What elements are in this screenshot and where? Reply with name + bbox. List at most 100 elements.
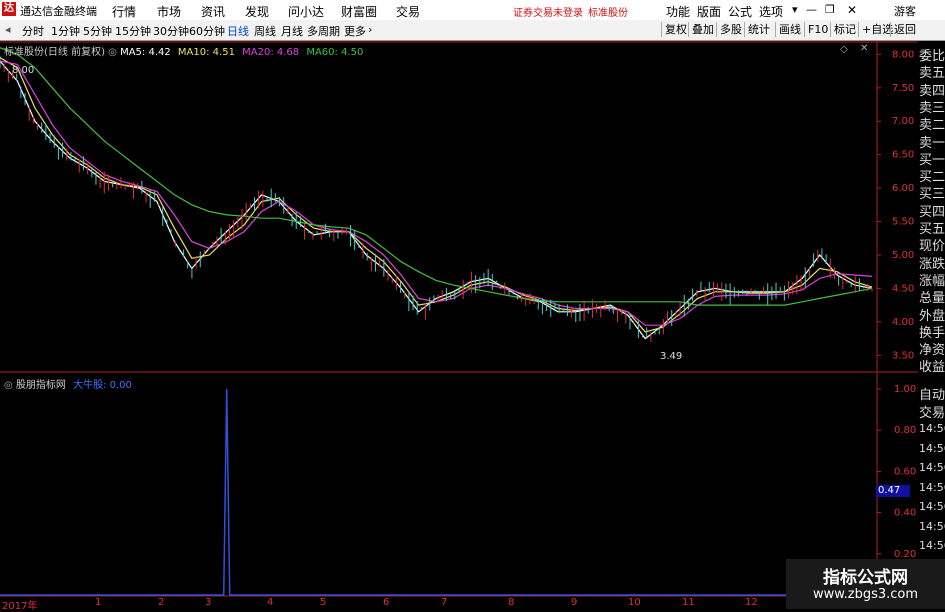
biaoji-button[interactable]: 标记 xyxy=(830,22,859,37)
date-tick-label: 6 xyxy=(383,597,390,608)
date-tick-label: 10 xyxy=(628,597,641,608)
ma60-label: MA60: 4.50 xyxy=(306,47,364,58)
toolbar-scroll-icon[interactable]: ◂ xyxy=(5,23,11,36)
date-tick-label: 12 xyxy=(745,597,758,608)
y-tick-label: 4.00 xyxy=(892,317,914,328)
menu-item-faxian[interactable]: 发现 xyxy=(245,3,269,20)
menu-item-wenxiaoda[interactable]: 问小达 xyxy=(288,3,324,20)
date-tick-label: 1 xyxy=(95,597,102,608)
tab-more[interactable]: 更多 xyxy=(344,23,366,39)
tongji-button[interactable]: 统计 xyxy=(744,22,773,37)
minimize-icon[interactable]: — xyxy=(806,3,817,16)
y-tick-label: 5.50 xyxy=(892,217,914,228)
quote-label: 涨跌 xyxy=(919,256,945,272)
quote-label: 卖四 xyxy=(919,83,945,99)
ma20-label: MA20: 4.68 xyxy=(242,47,300,58)
period-toolbar: ◂ 分时 1分钟 5分钟 15分钟 30分钟 60分钟 日线 周线 月线 多周期… xyxy=(0,20,945,41)
quote-label: 卖二 xyxy=(919,118,945,134)
back-button[interactable]: 返回 xyxy=(890,22,919,37)
menu-item-gongneng[interactable]: 功能 xyxy=(666,3,690,20)
tick-time: 14:56 xyxy=(919,441,945,455)
ma5-label: MA5: 4.42 xyxy=(120,47,171,58)
dropdown-icon[interactable]: ▾ xyxy=(792,3,798,16)
quote-label: 现价 xyxy=(919,239,945,255)
diamond-icon[interactable]: ◇ xyxy=(840,44,848,55)
tab-weekly[interactable]: 周线 xyxy=(254,23,276,39)
sub-y-tick-label: 1.00 xyxy=(894,384,916,395)
close-icon[interactable]: ✕ xyxy=(847,3,857,17)
quote-label: 买三 xyxy=(919,187,945,203)
menu-item-xuanxiang[interactable]: 选项 xyxy=(759,3,783,20)
quote-label: 卖一 xyxy=(919,135,945,151)
quote-label: 买五 xyxy=(919,222,945,237)
main-y-ticks: 8.00 7.50 7.00 6.50 6.00 5.50 5.00 4.50 4.00 3.50 xyxy=(877,49,914,361)
watermark-url: www.zbgs3.com xyxy=(812,587,919,602)
tab-fenshi[interactable]: 分时 xyxy=(22,23,44,39)
menu-item-shichang[interactable]: 市场 xyxy=(157,3,181,20)
trade-label[interactable]: 自动 xyxy=(919,384,945,403)
menu-bar: 达 通达信金融终端 行情 市场 资讯 发现 问小达 财富圈 交易 证券交易未登录… xyxy=(0,0,945,20)
current-stock-name: 标准股份 xyxy=(588,8,628,19)
menu-item-caifuquan[interactable]: 财富圈 xyxy=(341,3,377,20)
more-chevron-icon[interactable]: › xyxy=(368,23,372,36)
tab-1min[interactable]: 1分钟 xyxy=(51,23,80,39)
quote-label: 委比 xyxy=(919,49,945,64)
current-value-badge: 0.47 xyxy=(876,485,910,497)
f10-button[interactable]: F10 xyxy=(804,22,831,37)
tab-30min[interactable]: 30分钟 xyxy=(153,23,189,39)
indicator-lines xyxy=(0,388,872,596)
menu-item-zixun[interactable]: 资讯 xyxy=(201,3,225,20)
quote-label: 总量 xyxy=(919,291,945,307)
date-tick-label: 5 xyxy=(320,597,327,608)
tab-daily[interactable]: 日线 xyxy=(227,23,249,39)
panel-close-icon[interactable]: ✕ xyxy=(860,43,868,54)
watermark: 指标公式网 www.zbgs3.com xyxy=(786,559,945,609)
y-tick-label: 8.00 xyxy=(892,49,914,60)
quote-label: 买二 xyxy=(919,170,945,186)
guest-label[interactable]: 游客 xyxy=(894,3,916,19)
sub-settings-icon[interactable]: ◎ xyxy=(4,380,16,391)
main-legend: 标准股份(日线 前复权) ◎ MA5: 4.42 MA10: 4.51 MA20… xyxy=(4,43,363,58)
tab-multi-period[interactable]: 多周期 xyxy=(307,23,340,39)
tab-15min[interactable]: 15分钟 xyxy=(115,23,151,39)
ma10-label: MA10: 4.51 xyxy=(177,47,235,58)
tab-5min[interactable]: 5分钟 xyxy=(83,23,112,39)
sub-chart-title: 股朋指标网 xyxy=(15,380,66,391)
y-tick-label: 6.00 xyxy=(892,183,914,194)
menu-item-banmian[interactable]: 版面 xyxy=(697,3,721,20)
huaxian-button[interactable]: 画线 xyxy=(775,22,804,37)
date-tick-label: 7 xyxy=(441,597,448,608)
y-tick-label: 7.50 xyxy=(892,83,914,94)
trade-label[interactable]: 交易 xyxy=(919,402,945,421)
sub-y-tick-label: 0.40 xyxy=(894,508,916,519)
menu-item-hangqing[interactable]: 行情 xyxy=(112,3,136,20)
series-ma5 xyxy=(0,60,873,340)
y-tick-label: 6.50 xyxy=(892,150,914,161)
sub-y-ticks: 1.000.800.600.400.20 xyxy=(877,384,916,560)
diejia-button[interactable]: 叠加 xyxy=(688,22,717,37)
duogu-button[interactable]: 多股 xyxy=(716,22,745,37)
y-tick-label: 4.50 xyxy=(892,283,914,294)
fuquan-button[interactable]: 复权 xyxy=(661,22,690,37)
sub-y-tick-label: 0.80 xyxy=(894,425,916,436)
watermark-title: 指标公式网 xyxy=(823,568,908,588)
trade-login-warning[interactable]: 证券交易未登录 xyxy=(513,4,583,19)
y-tick-label: 5.00 xyxy=(892,250,914,261)
settings-circle-icon[interactable]: ◎ xyxy=(108,47,120,58)
ma-lines xyxy=(0,47,873,340)
main-chart-title: 标准股份(日线 前复权) xyxy=(4,47,105,58)
tab-monthly[interactable]: 月线 xyxy=(281,23,303,39)
menu-item-jiaoyi[interactable]: 交易 xyxy=(396,3,420,20)
tick-time: 14:56 xyxy=(919,480,945,494)
tab-60min[interactable]: 60分钟 xyxy=(189,23,225,39)
series-ma20 xyxy=(0,60,873,326)
sub-y-tick-label: 0.60 xyxy=(894,466,916,477)
quote-label: 卖三 xyxy=(919,100,945,116)
restore-icon[interactable]: ❐ xyxy=(825,3,835,16)
quote-label: 卖五 xyxy=(919,66,945,82)
date-tick-label: 9 xyxy=(571,597,578,608)
series-ma60 xyxy=(0,47,873,306)
kline-chart[interactable]: 8.00 7.50 7.00 6.50 6.00 5.50 5.00 4.50 4.00 3.50… xyxy=(0,41,918,609)
quote-label: 涨幅 xyxy=(919,273,945,289)
menu-item-gongshi[interactable]: 公式 xyxy=(728,3,752,20)
